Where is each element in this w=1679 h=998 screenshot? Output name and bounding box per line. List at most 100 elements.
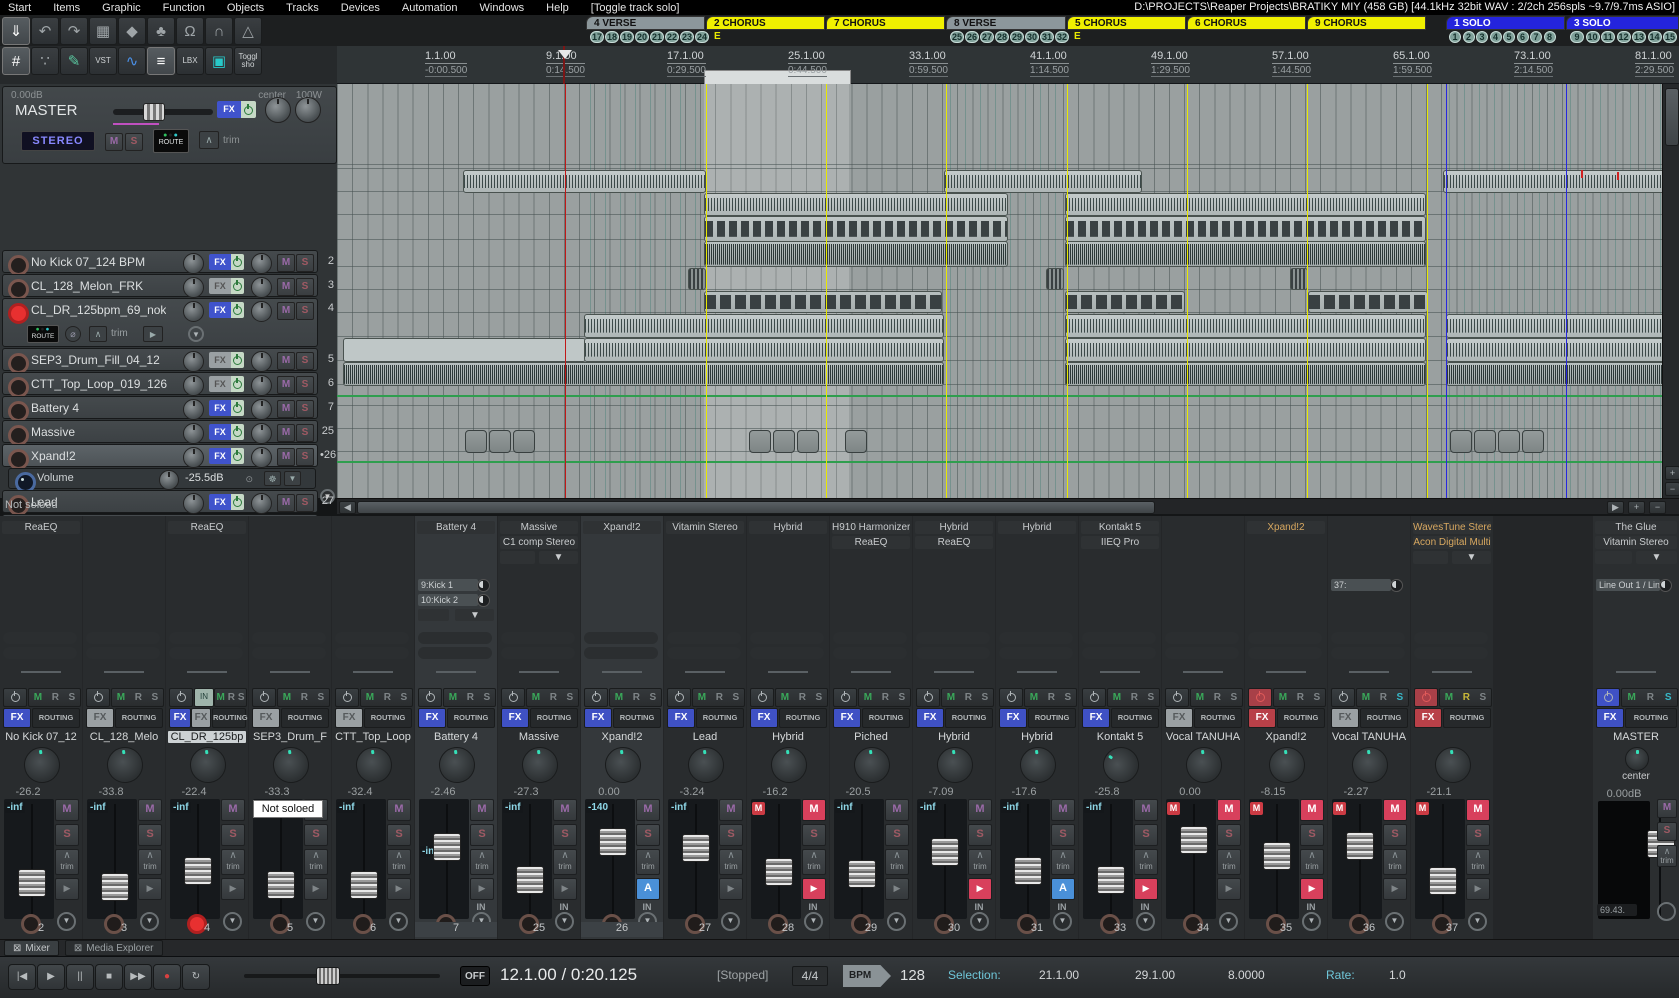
selection-end[interactable]: 29.1.00 xyxy=(1135,968,1175,982)
strip-solo-button[interactable]: S xyxy=(1300,824,1324,846)
mixer-strip-5[interactable]: MRSFXROUTINGSEP3_Drum_F-33.3-infMS∧trim▶… xyxy=(249,516,331,939)
r-mini-button[interactable]: R xyxy=(965,692,972,703)
recvol-knob[interactable] xyxy=(183,253,204,274)
marker-26[interactable]: 26 xyxy=(965,31,979,43)
waveform-icon[interactable]: ∿ xyxy=(118,47,146,75)
strip-fx-button[interactable]: FX xyxy=(3,708,31,728)
fx-slot[interactable]: Hybrid xyxy=(915,521,993,534)
m-mini-button[interactable]: M xyxy=(449,692,457,703)
strip-solo-button[interactable]: S xyxy=(470,824,494,846)
fx-enable-button[interactable] xyxy=(231,424,244,440)
solo-button[interactable]: S xyxy=(296,352,314,370)
peak-readout[interactable]: -inf xyxy=(1084,802,1104,813)
peak-readout[interactable]: -inf xyxy=(835,802,855,813)
pan-knob[interactable] xyxy=(251,447,272,468)
strip-name[interactable]: Vocal TANUHA xyxy=(1330,731,1408,743)
mixer-strip-31[interactable]: HybridMRSFXROUTINGHybrid-17.6-infMS∧trim… xyxy=(996,516,1078,939)
strip-pan-knob[interactable] xyxy=(852,745,893,786)
media-item[interactable] xyxy=(1522,430,1544,453)
timeline-ruler[interactable]: 1.1.00-0:00.5009.1.000:14.50017.1.000:29… xyxy=(337,46,1679,84)
mixer-strip-27[interactable]: Vitamin StereoMRSFXROUTINGLead-3.24-infM… xyxy=(664,516,746,939)
send-slot[interactable]: 37: xyxy=(1331,579,1391,591)
dots-icon[interactable]: ∵ xyxy=(31,47,59,75)
strip-trim-button[interactable]: ∧trim xyxy=(553,849,577,875)
marker-2[interactable]: 2 xyxy=(1463,31,1475,43)
media-item[interactable] xyxy=(688,268,706,290)
record-arm-button[interactable] xyxy=(8,279,29,300)
strip-trim-button[interactable]: ∧trim xyxy=(1051,849,1075,875)
grid-blocks-icon[interactable]: ▦ xyxy=(89,17,117,45)
m-mini-button[interactable]: M xyxy=(117,692,125,703)
marker-6[interactable]: 6 xyxy=(1517,31,1529,43)
media-item[interactable] xyxy=(1308,291,1428,313)
grid-toggle-icon[interactable]: # xyxy=(2,47,30,75)
marker-12[interactable]: 12 xyxy=(1617,31,1631,43)
fx-slot[interactable]: Hybrid xyxy=(998,521,1076,534)
fx-menu-button[interactable]: ▼ xyxy=(1452,551,1491,564)
mixer-strip-36[interactable]: 37:MRSFXROUTINGVocal TANUHA-2.27MMS∧trim… xyxy=(1328,516,1410,939)
fx-slot[interactable]: The Glue xyxy=(1595,521,1677,534)
fx-button[interactable]: FX xyxy=(209,494,231,510)
m-mini-button[interactable]: M xyxy=(864,692,872,703)
vertical-scrollbar[interactable]: + − xyxy=(1662,84,1679,498)
strip-mute-button[interactable]: M xyxy=(1217,799,1241,821)
fx-enable-button[interactable] xyxy=(231,302,244,318)
fx-button[interactable]: FX xyxy=(209,376,231,392)
media-item[interactable] xyxy=(1065,241,1426,267)
strip-fx-button[interactable]: FX xyxy=(916,708,944,728)
vzoom-in-button[interactable]: + xyxy=(1665,466,1679,480)
volume-fader[interactable] xyxy=(350,871,378,899)
strip-routing-button[interactable]: ROUTING xyxy=(1360,708,1408,728)
mute-button[interactable]: M xyxy=(277,400,295,418)
strip-trim-button[interactable]: ∧trim xyxy=(885,849,909,875)
strip-fx-button[interactable]: FX xyxy=(999,708,1027,728)
mixer-strip-2[interactable]: ReaEQMRSFXROUTINGNo Kick 07_12-26.2-infM… xyxy=(0,516,82,939)
strip-volume-value[interactable]: -7.09 xyxy=(913,786,969,798)
fx-slot[interactable]: Kontakt 5 xyxy=(1081,521,1159,534)
mixer-strip-master[interactable]: The GlueVitamin Stereo▼Line Out 1 / LinM… xyxy=(1593,516,1679,939)
marker-25[interactable]: 25 xyxy=(950,31,964,43)
master-fx-button[interactable]: FX xyxy=(217,101,241,118)
peak-readout[interactable]: -inf xyxy=(1001,802,1021,813)
strip-solo-button[interactable]: S xyxy=(719,824,743,846)
track-name[interactable]: SEP3_Drum_Fill_04_12 xyxy=(31,353,160,367)
mrs-buttons[interactable]: MRS xyxy=(609,688,662,707)
group-icon[interactable]: ♣ xyxy=(147,17,175,45)
envelope-value-knob[interactable] xyxy=(159,470,179,490)
strip-trim-button[interactable]: ∧trim xyxy=(636,849,660,875)
strip-solo-button[interactable]: S xyxy=(968,824,992,846)
m-mini-button[interactable]: M xyxy=(34,692,42,703)
pan-knob[interactable] xyxy=(251,423,272,444)
mrs-buttons[interactable]: MRS xyxy=(214,688,247,707)
strip-name[interactable]: Battery 4 xyxy=(417,731,495,743)
monitor-button[interactable]: ▶ xyxy=(143,326,163,342)
media-item[interactable] xyxy=(1446,338,1662,362)
strip-solo-button[interactable]: S xyxy=(553,824,577,846)
menu-item-help[interactable]: Help xyxy=(546,2,569,14)
master-mute-button[interactable]: M xyxy=(1657,799,1677,818)
volume-fader[interactable] xyxy=(1263,842,1291,870)
strip-power-button[interactable] xyxy=(667,688,691,707)
media-item[interactable] xyxy=(343,338,586,362)
track-name[interactable]: Xpand!2 xyxy=(31,449,76,463)
master-solo-button[interactable]: S xyxy=(125,133,143,151)
strip-volume-value[interactable]: -20.5 xyxy=(830,786,886,798)
pan-knob[interactable] xyxy=(251,493,272,514)
lbx-icon[interactable]: LBX xyxy=(176,47,204,75)
track-name[interactable]: CL_128_Melon_FRK xyxy=(31,279,143,293)
bpm-value[interactable]: 128 xyxy=(900,967,925,984)
strip-solo-button[interactable]: S xyxy=(138,824,162,846)
mute-button[interactable]: M xyxy=(277,448,295,466)
mute-button[interactable]: M xyxy=(277,352,295,370)
marker-20[interactable]: 20 xyxy=(635,31,649,43)
m-mini-button[interactable]: M xyxy=(698,692,706,703)
strip-power-button[interactable] xyxy=(999,688,1023,707)
m-mini-button[interactable]: M xyxy=(1362,692,1370,703)
r-mini-button[interactable]: R xyxy=(550,692,557,703)
envelope-settings-button[interactable]: ☸ xyxy=(264,471,281,486)
fx-button[interactable]: FX xyxy=(209,448,231,464)
region-2-chorus[interactable]: 2 CHORUS xyxy=(706,16,825,30)
strip-trim-button[interactable]: ∧trim xyxy=(387,849,411,875)
strip-pan-knob[interactable] xyxy=(1267,745,1308,786)
media-item[interactable] xyxy=(1065,362,1426,386)
